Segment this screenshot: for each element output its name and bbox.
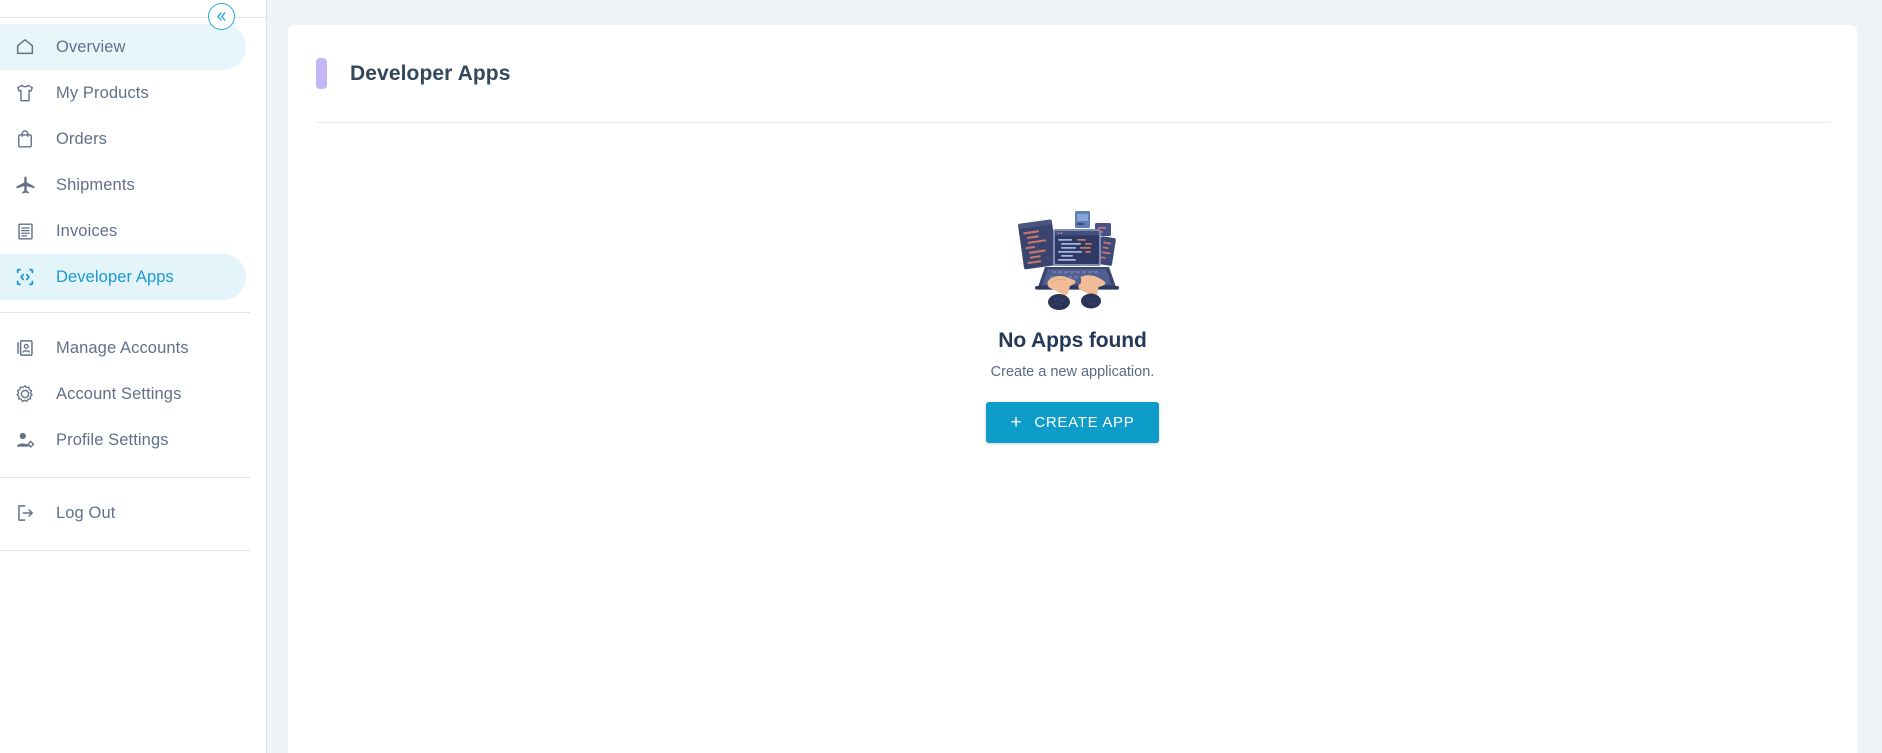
sidebar-item-label: Log Out — [56, 503, 116, 522]
sidebar-divider-3 — [0, 550, 250, 551]
sidebar: Overview My Products Orders Shipments In… — [0, 0, 267, 753]
sidebar-item-label: Shipments — [56, 175, 135, 194]
invoice-icon — [12, 218, 38, 244]
sidebar-nav-primary: Overview My Products Orders Shipments In… — [0, 0, 266, 300]
page-title: Developer Apps — [350, 61, 511, 85]
sidebar-item-orders[interactable]: Orders — [0, 116, 246, 162]
gear-icon — [12, 381, 38, 407]
home-icon — [12, 34, 38, 60]
create-app-button-label: CREATE APP — [1034, 414, 1135, 431]
sidebar-item-label: Profile Settings — [56, 430, 169, 449]
developer-apps-card: Developer Apps No Apps found Create a ne… — [288, 25, 1857, 753]
sidebar-item-account-settings[interactable]: Account Settings — [0, 371, 246, 417]
code-app-icon — [12, 264, 38, 290]
sidebar-nav-session: Log Out — [0, 478, 266, 536]
title-accent-bar — [316, 58, 327, 89]
empty-state-title: No Apps found — [998, 329, 1147, 352]
sidebar-item-label: Invoices — [56, 221, 118, 240]
tshirt-icon — [12, 80, 38, 106]
sidebar-item-label: Orders — [56, 129, 108, 148]
main-content: Developer Apps No Apps found Create a ne… — [267, 0, 1882, 753]
sidebar-item-overview[interactable]: Overview — [0, 24, 246, 70]
sidebar-item-shipments[interactable]: Shipments — [0, 162, 246, 208]
sidebar-item-profile-settings[interactable]: Profile Settings — [0, 417, 246, 463]
app-root: Overview My Products Orders Shipments In… — [0, 0, 1882, 753]
developer-coding-illustration — [1017, 211, 1119, 310]
accounts-icon — [12, 335, 38, 361]
sidebar-item-my-products[interactable]: My Products — [0, 70, 246, 116]
sidebar-item-label: My Products — [56, 83, 149, 102]
person-settings-icon — [12, 427, 38, 453]
sidebar-item-label: Developer Apps — [56, 267, 174, 286]
plus-icon: + — [1010, 412, 1023, 433]
sidebar-item-developer-apps[interactable]: Developer Apps — [0, 254, 246, 300]
sidebar-nav-settings: Manage Accounts Account Settings Profile… — [0, 313, 266, 463]
create-app-button[interactable]: + CREATE APP — [985, 402, 1160, 443]
empty-state: No Apps found Create a new application. … — [288, 123, 1857, 443]
bag-icon — [12, 126, 38, 152]
sidebar-item-label: Overview — [56, 37, 126, 56]
sidebar-collapse-button[interactable] — [208, 3, 235, 30]
empty-state-subtitle: Create a new application. — [990, 364, 1155, 380]
sidebar-item-manage-accounts[interactable]: Manage Accounts — [0, 325, 246, 371]
sidebar-item-invoices[interactable]: Invoices — [0, 208, 246, 254]
sidebar-item-log-out[interactable]: Log Out — [0, 490, 246, 536]
sidebar-item-label: Manage Accounts — [56, 338, 189, 357]
chevron-double-left-icon — [217, 12, 226, 21]
card-header: Developer Apps — [288, 25, 1857, 122]
plane-icon — [12, 172, 38, 198]
sidebar-item-label: Account Settings — [56, 384, 182, 403]
logout-icon — [12, 500, 38, 526]
